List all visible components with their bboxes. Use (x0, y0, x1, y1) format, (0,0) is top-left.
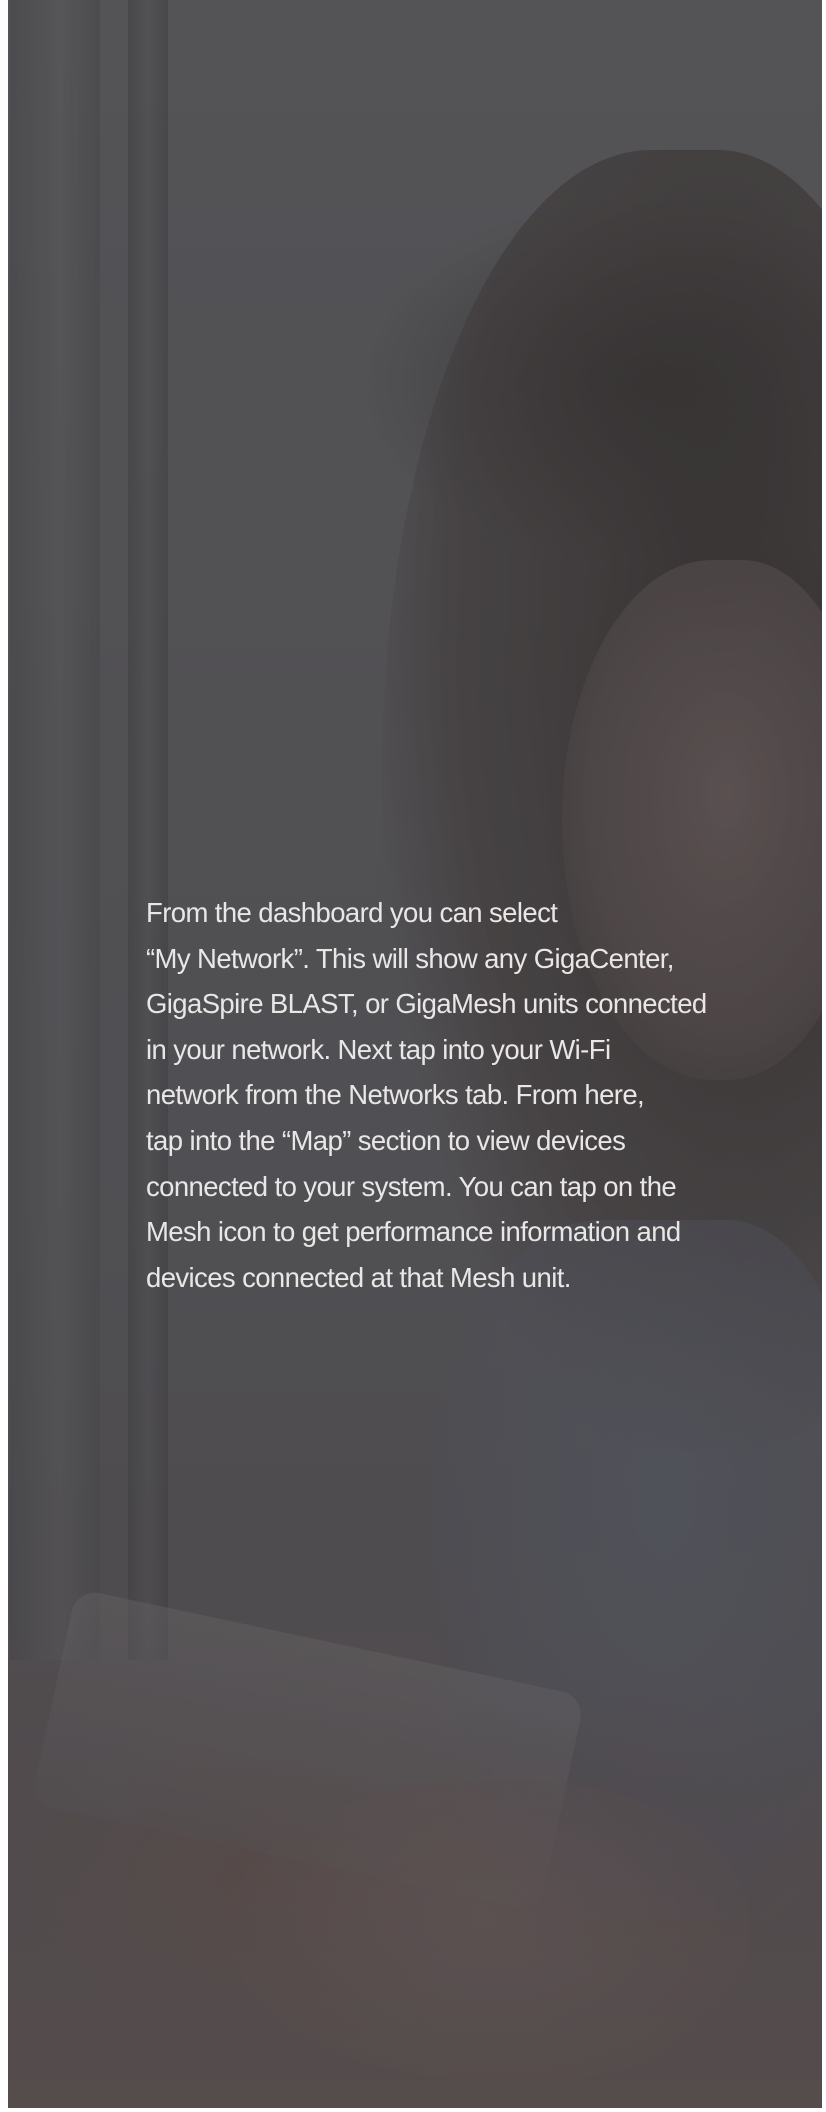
instruction-paragraph: From the dashboard you can select “My Ne… (146, 897, 707, 1293)
hero-panel: From the dashboard you can select “My Ne… (8, 0, 822, 2108)
